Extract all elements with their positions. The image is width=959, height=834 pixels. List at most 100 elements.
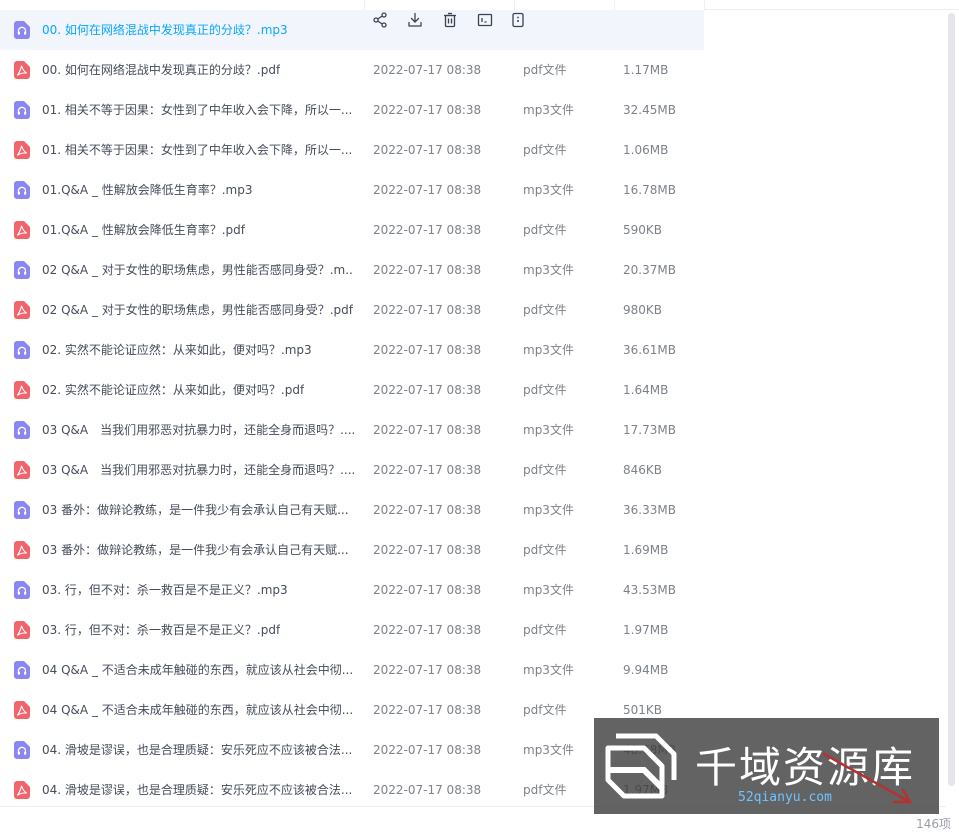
- file-name[interactable]: 03 Q&A 当我们用邪恶对抗暴力时，还能全身而退吗？....: [42, 450, 354, 490]
- file-size: 43.53MB: [623, 583, 676, 597]
- file-date: 2022-07-17 08:38: [373, 63, 482, 77]
- file-size: 17.73MB: [623, 423, 676, 437]
- pdf-icon: [14, 541, 30, 559]
- file-size: 32.45MB: [623, 103, 676, 117]
- file-date: 2022-07-17 08:38: [373, 743, 482, 757]
- file-name[interactable]: 04. 滑坡是谬误，也是合理质疑：安乐死应不应该被合法...: [42, 730, 352, 770]
- file-type: mp3文件: [523, 183, 574, 197]
- file-date: 2022-07-17 08:38: [373, 183, 482, 197]
- more-icon[interactable]: [508, 10, 528, 30]
- file-row[interactable]: 03 番外：做辩论教练，是一件我少有会承认自己有天赋... 2022-07-17 …: [0, 490, 704, 530]
- file-name[interactable]: 03 Q&A 当我们用邪恶对抗暴力时，还能全身而退吗？....: [42, 410, 354, 450]
- file-size: 846KB: [623, 463, 663, 477]
- file-size: 1.64MB: [623, 383, 669, 397]
- file-size: 980KB: [623, 303, 663, 317]
- file-size: 36.61MB: [623, 343, 676, 357]
- file-row[interactable]: 03. 行，但不对：杀一救百是不是正义？.mp3 2022-07-17 08:38…: [0, 570, 704, 610]
- file-row[interactable]: 02 Q&A _ 对于女性的职场焦虑，男性能否感同身受？.m... 2022-07…: [0, 250, 704, 290]
- file-type: pdf文件: [523, 223, 567, 237]
- headphones-icon: [14, 501, 30, 519]
- file-type: pdf文件: [523, 63, 567, 77]
- file-name[interactable]: 03 番外：做辩论教练，是一件我少有会承认自己有天赋...: [42, 530, 349, 570]
- file-type: pdf文件: [523, 783, 567, 797]
- file-date: 2022-07-17 08:38: [373, 623, 482, 637]
- file-name[interactable]: 02 Q&A _ 对于女性的职场焦虑，男性能否感同身受？.m...: [42, 250, 354, 290]
- file-name[interactable]: 04 Q&A _ 不适合未成年触碰的东西，就应该从社会中彻...: [42, 650, 353, 690]
- file-type: mp3文件: [523, 103, 574, 117]
- watermark: 千域资源库 52qianyu.com: [594, 718, 939, 814]
- file-size: 36.33MB: [623, 503, 676, 517]
- download-icon[interactable]: [405, 10, 425, 30]
- file-row[interactable]: 02. 实然不能论证应然：从来如此，便对吗？.mp3 2022-07-17 08:…: [0, 330, 704, 370]
- file-name[interactable]: 00. 如何在网络混战中发现真正的分歧？.pdf: [42, 50, 280, 90]
- file-type: mp3文件: [523, 343, 574, 357]
- file-type: pdf文件: [523, 143, 567, 157]
- headphones-icon: [14, 21, 30, 39]
- file-date: 2022-07-17 08:38: [373, 703, 482, 717]
- pdf-icon: [14, 461, 30, 479]
- file-name[interactable]: 01. 相关不等于因果：女性到了中年收入会下降，所以一...: [42, 90, 352, 130]
- file-size: 1.97MB: [623, 623, 669, 637]
- file-date: 2022-07-17 08:38: [373, 383, 482, 397]
- delete-icon[interactable]: [440, 10, 460, 30]
- file-row[interactable]: 02 Q&A _ 对于女性的职场焦虑，男性能否感同身受？.pdf 2022-07-…: [0, 290, 704, 330]
- file-date: 2022-07-17 08:38: [373, 103, 482, 117]
- file-row[interactable]: 01. 相关不等于因果：女性到了中年收入会下降，所以一... 2022-07-17…: [0, 130, 704, 170]
- file-name[interactable]: 02. 实然不能论证应然：从来如此，便对吗？.pdf: [42, 370, 304, 410]
- file-date: 2022-07-17 08:38: [373, 303, 482, 317]
- scrollbar-thumb[interactable]: [948, 13, 955, 786]
- file-type: pdf文件: [523, 543, 567, 557]
- arrow-icon: [822, 752, 913, 804]
- headphones-icon: [14, 101, 30, 119]
- file-name[interactable]: 03 番外：做辩论教练，是一件我少有会承认自己有天赋...: [42, 490, 349, 530]
- file-size: 16.78MB: [623, 183, 676, 197]
- file-name[interactable]: 04 Q&A _ 不适合未成年触碰的东西，就应该从社会中彻...: [42, 690, 353, 730]
- file-row[interactable]: 00. 如何在网络混战中发现真正的分歧？.pdf 2022-07-17 08:38…: [0, 50, 704, 90]
- file-type: pdf文件: [523, 623, 567, 637]
- file-date: 2022-07-17 08:38: [373, 583, 482, 597]
- share-icon[interactable]: [370, 10, 390, 30]
- file-row[interactable]: 02. 实然不能论证应然：从来如此，便对吗？.pdf 2022-07-17 08:…: [0, 370, 704, 410]
- file-name[interactable]: 01.Q&A _ 性解放会降低生育率？.pdf: [42, 210, 245, 250]
- file-type: mp3文件: [523, 503, 574, 517]
- file-name[interactable]: 02. 实然不能论证应然：从来如此，便对吗？.mp3: [42, 330, 312, 370]
- file-name[interactable]: 01. 相关不等于因果：女性到了中年收入会下降，所以一...: [42, 130, 352, 170]
- file-size: 20.37MB: [623, 263, 676, 277]
- file-date: 2022-07-17 08:38: [373, 783, 482, 797]
- file-size: 590KB: [623, 223, 663, 237]
- file-type: mp3文件: [523, 583, 574, 597]
- file-date: 2022-07-17 08:38: [373, 263, 482, 277]
- file-row[interactable]: 00. 如何在网络混战中发现真正的分歧？.mp3: [0, 10, 704, 50]
- headphones-icon: [14, 661, 30, 679]
- file-type: pdf文件: [523, 303, 567, 317]
- file-name[interactable]: 00. 如何在网络混战中发现真正的分歧？.mp3: [42, 10, 288, 50]
- file-row[interactable]: 04 Q&A _ 不适合未成年触碰的东西，就应该从社会中彻... 2022-07-…: [0, 650, 704, 690]
- file-size: 1.06MB: [623, 143, 669, 157]
- file-date: 2022-07-17 08:38: [373, 543, 482, 557]
- headphones-icon: [14, 341, 30, 359]
- file-name[interactable]: 03. 行，但不对：杀一救百是不是正义？.pdf: [42, 610, 280, 650]
- rename-icon[interactable]: [475, 10, 495, 30]
- pdf-icon: [14, 701, 30, 719]
- header-underline: [704, 9, 959, 10]
- file-type: mp3文件: [523, 263, 574, 277]
- file-row[interactable]: 03. 行，但不对：杀一救百是不是正义？.pdf 2022-07-17 08:38…: [0, 610, 704, 650]
- file-row[interactable]: 03 Q&A 当我们用邪恶对抗暴力时，还能全身而退吗？.... 2022-07-1…: [0, 450, 704, 490]
- file-row[interactable]: 03 Q&A 当我们用邪恶对抗暴力时，还能全身而退吗？.... 2022-07-1…: [0, 410, 704, 450]
- file-name[interactable]: 04. 滑坡是谬误，也是合理质疑：安乐死应不应该被合法...: [42, 770, 352, 810]
- file-name[interactable]: 02 Q&A _ 对于女性的职场焦虑，男性能否感同身受？.pdf: [42, 290, 353, 330]
- file-date: 2022-07-17 08:38: [373, 343, 482, 357]
- scrollbar[interactable]: [948, 13, 956, 813]
- file-name[interactable]: 03. 行，但不对：杀一救百是不是正义？.mp3: [42, 570, 288, 610]
- file-row[interactable]: 03 番外：做辩论教练，是一件我少有会承认自己有天赋... 2022-07-17 …: [0, 530, 704, 570]
- file-row[interactable]: 01.Q&A _ 性解放会降低生育率？.mp3 2022-07-17 08:38 m…: [0, 170, 704, 210]
- file-size: 9.94MB: [623, 663, 669, 677]
- column-header-line: [0, 0, 959, 10]
- file-row[interactable]: 01. 相关不等于因果：女性到了中年收入会下降，所以一... 2022-07-17…: [0, 90, 704, 130]
- file-row[interactable]: 01.Q&A _ 性解放会降低生育率？.pdf 2022-07-17 08:38 p…: [0, 210, 704, 250]
- pdf-icon: [14, 301, 30, 319]
- file-list: 00. 如何在网络混战中发现真正的分歧？.mp3 00. 如何在网络混战中发现真正…: [0, 10, 704, 810]
- file-name[interactable]: 01.Q&A _ 性解放会降低生育率？.mp3: [42, 170, 252, 210]
- file-date: 2022-07-17 08:38: [373, 143, 482, 157]
- file-type: mp3文件: [523, 663, 574, 677]
